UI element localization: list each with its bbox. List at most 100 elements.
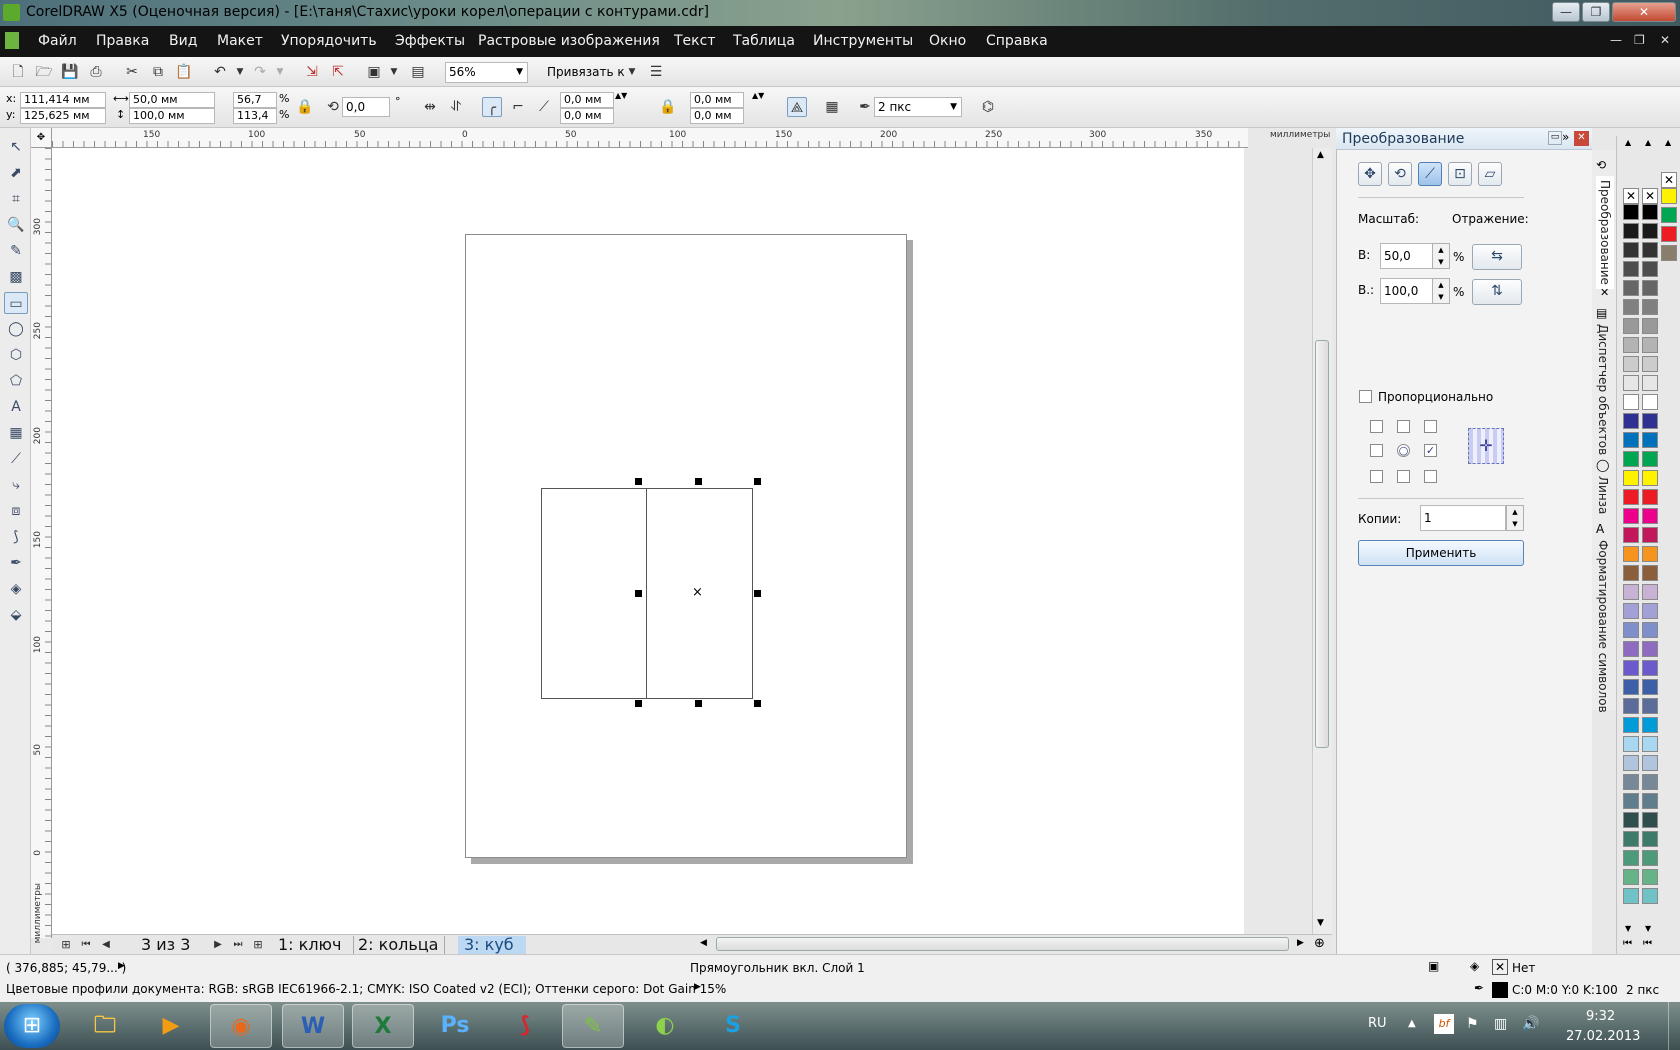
scroll-up-icon[interactable]: ▲ bbox=[1317, 150, 1324, 160]
color-swatch[interactable] bbox=[1623, 280, 1639, 296]
interactive-fill-icon[interactable]: ⬙ bbox=[4, 604, 28, 626]
basic-shapes-icon[interactable]: ⬠ bbox=[4, 370, 28, 392]
color-swatch[interactable] bbox=[1623, 299, 1639, 315]
selection-handle[interactable] bbox=[635, 478, 642, 485]
selection-handle[interactable] bbox=[635, 700, 642, 707]
mirror-vertical-button[interactable]: ⇅ bbox=[1472, 279, 1522, 305]
lock-corners-icon[interactable]: 🔒 bbox=[658, 97, 678, 117]
color-swatch[interactable] bbox=[1642, 850, 1658, 866]
color-swatch[interactable] bbox=[1642, 793, 1658, 809]
snap-dropdown-icon[interactable]: ▼ bbox=[622, 62, 642, 82]
maximize-button[interactable]: ❐ bbox=[1582, 2, 1610, 22]
color-swatch[interactable] bbox=[1642, 717, 1658, 733]
color-swatch[interactable] bbox=[1623, 679, 1639, 695]
color-swatch[interactable] bbox=[1623, 508, 1639, 524]
network-icon[interactable]: ▥ bbox=[1494, 1016, 1507, 1032]
docker-close-icon[interactable]: ✕ bbox=[1574, 131, 1589, 146]
color-swatch[interactable] bbox=[1623, 223, 1639, 239]
color-swatch[interactable] bbox=[1642, 299, 1658, 315]
prev-page-icon[interactable]: ◀ bbox=[96, 935, 116, 955]
color-swatch[interactable] bbox=[1642, 641, 1658, 657]
color-swatch[interactable] bbox=[1623, 888, 1639, 904]
table-tool-icon[interactable]: ▦ bbox=[4, 422, 28, 444]
object-width-field[interactable]: 50,0 мм bbox=[129, 92, 215, 108]
menu-bitmaps[interactable]: Растровые изображения bbox=[478, 33, 660, 49]
text-tool-icon[interactable]: A bbox=[4, 396, 28, 418]
palette-scroll-up-icon[interactable]: ▲ bbox=[1665, 138, 1671, 147]
mirror-horizontal-button[interactable]: ⇆ bbox=[1472, 244, 1522, 270]
color-swatch[interactable] bbox=[1623, 850, 1639, 866]
color-swatch[interactable] bbox=[1642, 508, 1658, 524]
scalloped-corner-icon[interactable]: ⌐ bbox=[508, 97, 528, 117]
page-tab-2[interactable]: 2: кольца bbox=[352, 936, 446, 954]
options-icon[interactable]: ☰ bbox=[646, 62, 666, 82]
rotation-angle-field[interactable]: 0,0 bbox=[342, 97, 390, 117]
horizontal-scroll-thumb[interactable] bbox=[716, 937, 1289, 951]
copies-spinner[interactable]: ▲ ▼ bbox=[1506, 505, 1524, 531]
docker-tab-object-manager[interactable]: Диспетчер объектов bbox=[1596, 324, 1610, 455]
no-color-swatch[interactable]: ✕ bbox=[1661, 172, 1677, 188]
show-desktop-button[interactable] bbox=[1668, 1002, 1680, 1050]
doc-minimize-button[interactable]: — bbox=[1610, 33, 1622, 47]
color-swatch[interactable] bbox=[1623, 413, 1639, 429]
palette-expand-icon[interactable]: ⏮ bbox=[1623, 938, 1632, 949]
color-swatch[interactable] bbox=[1623, 565, 1639, 581]
volume-icon[interactable]: 🔊 bbox=[1522, 1016, 1539, 1032]
menu-view[interactable]: Вид bbox=[169, 33, 197, 49]
vertical-ruler[interactable]: 300 250 200 150 100 50 0 миллиметры bbox=[31, 148, 52, 943]
color-swatch[interactable] bbox=[1623, 793, 1639, 809]
firefox-taskbar-icon[interactable]: ◉ bbox=[210, 1004, 272, 1048]
spin-icon[interactable]: ▲▼ bbox=[615, 91, 627, 100]
acrobat-taskbar-icon[interactable]: ⟆ bbox=[494, 1004, 556, 1048]
scale-v-spinner[interactable]: ▲ ▼ bbox=[1432, 278, 1450, 304]
y-position-field[interactable]: 125,625 мм bbox=[20, 108, 106, 124]
tray-app-icon[interactable]: bf bbox=[1434, 1014, 1454, 1034]
menu-tools[interactable]: Инструменты bbox=[813, 33, 913, 49]
selection-handle[interactable] bbox=[754, 478, 761, 485]
anchor-bottom-left[interactable] bbox=[1370, 470, 1383, 483]
color-swatch[interactable] bbox=[1623, 736, 1639, 752]
color-swatch[interactable] bbox=[1623, 356, 1639, 372]
color-swatch[interactable] bbox=[1642, 698, 1658, 714]
apply-button[interactable]: Применить bbox=[1358, 540, 1524, 566]
open-icon[interactable]: 🗁 bbox=[34, 62, 54, 82]
coreldraw-taskbar-icon[interactable]: ✎ bbox=[562, 1004, 624, 1048]
undo-dropdown-icon[interactable]: ▼ bbox=[230, 62, 250, 82]
color-swatch[interactable] bbox=[1642, 603, 1658, 619]
corner-radius-top-left[interactable]: 0,0 мм bbox=[560, 92, 614, 108]
lock-ratio-icon[interactable]: 🔒 bbox=[295, 97, 315, 117]
corner-radius-bottom-left[interactable]: 0,0 мм bbox=[560, 108, 614, 124]
color-swatch[interactable] bbox=[1623, 584, 1639, 600]
docker-tab-character-formatting[interactable]: Форматирование символов bbox=[1596, 540, 1610, 713]
color-swatch[interactable] bbox=[1623, 603, 1639, 619]
snap-to-menu[interactable]: Привязать к bbox=[547, 65, 625, 79]
rectangle-left[interactable] bbox=[541, 488, 647, 699]
color-swatch[interactable] bbox=[1661, 188, 1677, 204]
skew-icon[interactable]: ⏥ bbox=[1478, 162, 1502, 186]
coreldraw-alt-taskbar-icon[interactable]: ◐ bbox=[634, 1004, 696, 1048]
launcher-dropdown-icon[interactable]: ▼ bbox=[384, 62, 404, 82]
excel-taskbar-icon[interactable]: X bbox=[352, 1004, 414, 1048]
color-swatch[interactable] bbox=[1623, 546, 1639, 562]
explorer-taskbar-icon[interactable]: 🗀 bbox=[74, 1004, 136, 1048]
color-swatch[interactable] bbox=[1642, 204, 1658, 220]
color-swatch[interactable] bbox=[1623, 318, 1639, 334]
clock-time[interactable]: 9:32 bbox=[1586, 1009, 1615, 1024]
last-page-icon[interactable]: ⏭ bbox=[228, 935, 248, 955]
application-launcher-icon[interactable]: ▣ bbox=[364, 62, 384, 82]
scale-height-field[interactable]: 113,4 bbox=[233, 108, 277, 124]
color-swatch[interactable] bbox=[1642, 527, 1658, 543]
color-swatch[interactable] bbox=[1623, 394, 1639, 410]
color-swatch[interactable] bbox=[1623, 451, 1639, 467]
cut-icon[interactable]: ✂ bbox=[122, 62, 142, 82]
color-swatch[interactable] bbox=[1661, 226, 1677, 242]
color-swatch[interactable] bbox=[1642, 318, 1658, 334]
scroll-down-icon[interactable]: ▼ bbox=[1317, 918, 1324, 928]
word-taskbar-icon[interactable]: W bbox=[282, 1004, 344, 1048]
blend-tool-icon[interactable]: ⧈ bbox=[4, 500, 28, 522]
crop-tool-icon[interactable]: ⌗ bbox=[4, 188, 28, 210]
docker-expand-icon[interactable]: » bbox=[1562, 130, 1569, 144]
first-page-icon[interactable]: ⏮ bbox=[76, 935, 96, 955]
color-swatch[interactable] bbox=[1642, 489, 1658, 505]
color-swatch[interactable] bbox=[1623, 375, 1639, 391]
